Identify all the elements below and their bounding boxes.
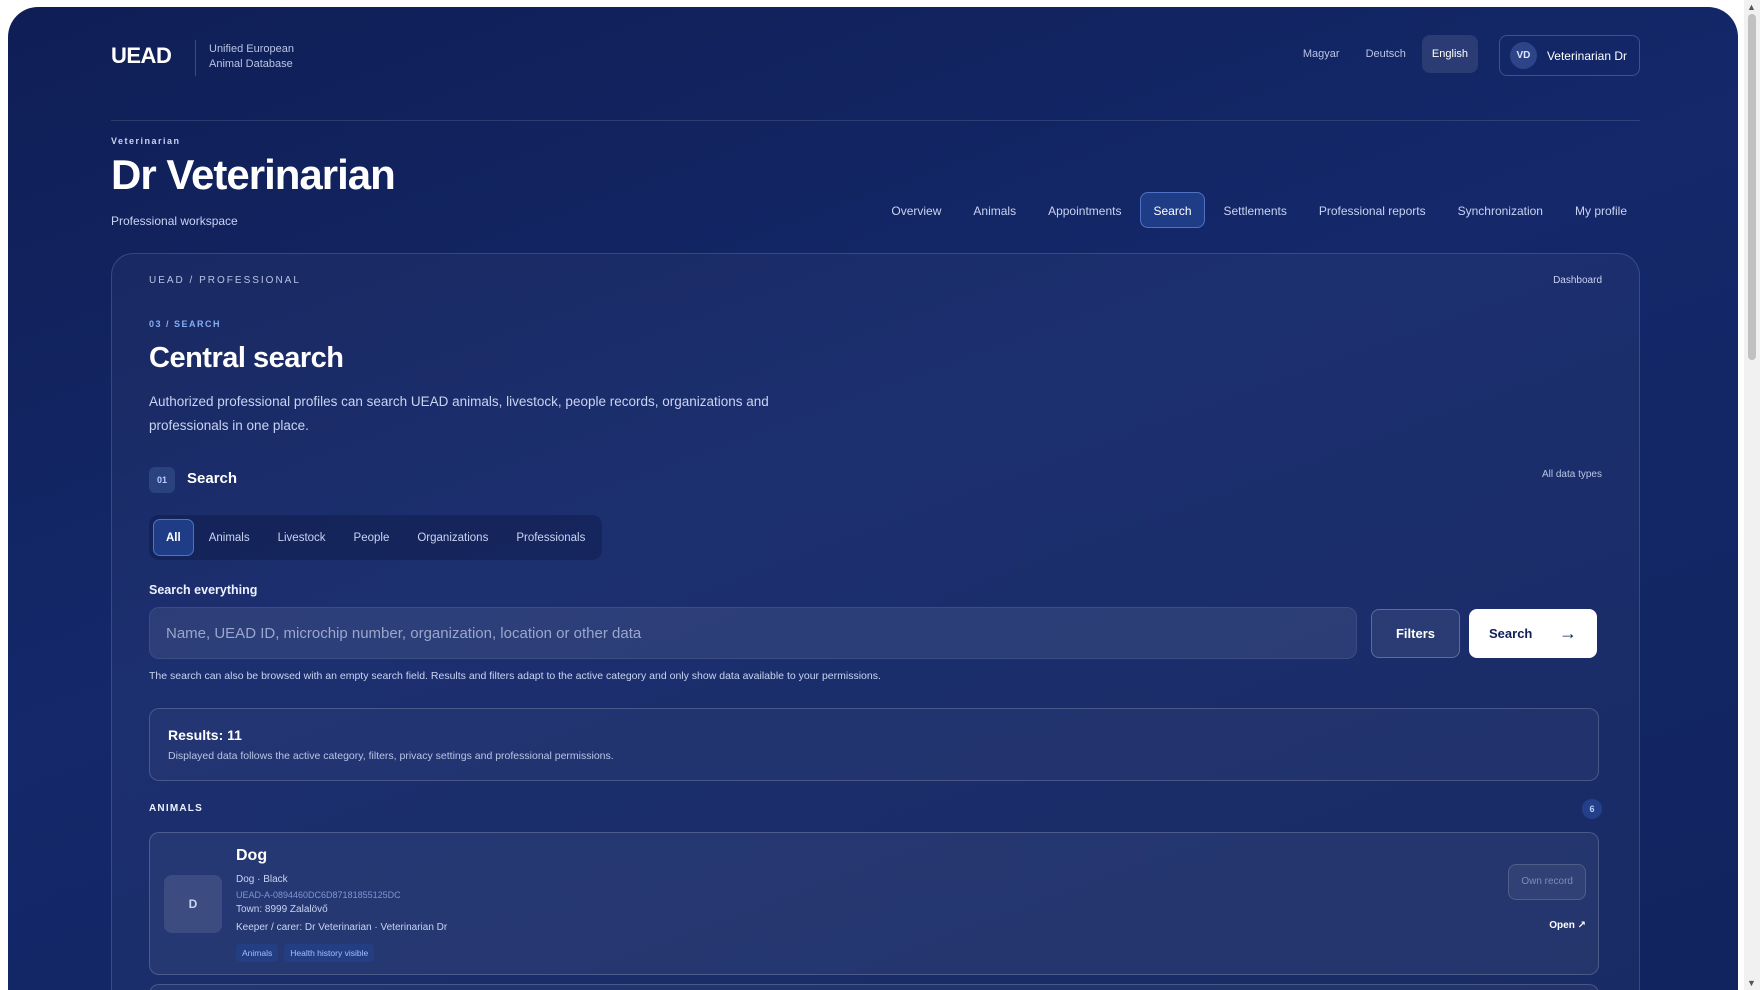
nav-appointments[interactable]: Appointments xyxy=(1035,192,1134,228)
arrow-right-icon: → xyxy=(1559,623,1577,643)
animal-name: Dog xyxy=(236,847,268,864)
tab-all[interactable]: All xyxy=(153,519,194,556)
avatar: VD xyxy=(1509,42,1537,69)
nav-professional-reports[interactable]: Professional reports xyxy=(1306,192,1439,228)
top-header: UEAD Unified European Animal Database Ma… xyxy=(111,7,1640,121)
section-number-badge: 01 xyxy=(149,467,175,493)
nav-overview[interactable]: Overview xyxy=(878,192,954,228)
page-content: UEAD Unified European Animal Database Ma… xyxy=(111,7,1640,990)
tab-animals[interactable]: Animals xyxy=(196,519,263,556)
scrollbar-thumb[interactable] xyxy=(1748,14,1756,360)
scroll-down-icon[interactable]: ▼ xyxy=(1747,978,1756,988)
category-tabs: All Animals Livestock People Organizatio… xyxy=(149,515,603,560)
results-summary: Results: 11 Displayed data follows the a… xyxy=(149,708,1599,781)
hero: Veterinarian Dr Veterinarian Professiona… xyxy=(111,121,1640,253)
search-input[interactable] xyxy=(149,607,1357,659)
animal-uead-id: UEAD-A-0894460DC6D87181855125DC xyxy=(236,890,401,900)
group-count-badge: 6 xyxy=(1582,799,1602,819)
search-button-label: Search xyxy=(1489,626,1533,641)
nav-settlements[interactable]: Settlements xyxy=(1211,192,1300,228)
filters-button-label: Filters xyxy=(1395,626,1435,641)
search-button[interactable]: Search → xyxy=(1469,609,1597,658)
tag-animals: Animals xyxy=(236,944,279,962)
language-switcher: Magyar Deutsch English xyxy=(1293,35,1478,73)
section-heading: Central search xyxy=(149,342,344,374)
open-record-link[interactable]: Open ↗ xyxy=(1549,920,1586,931)
nav-search[interactable]: Search xyxy=(1140,192,1205,228)
nav-my-profile[interactable]: My profile xyxy=(1562,192,1640,228)
tab-professionals[interactable]: Professionals xyxy=(503,519,598,556)
tag-list: Animals Health history visible xyxy=(236,944,375,962)
filters-button[interactable]: Filters xyxy=(1371,609,1460,658)
user-menu-button[interactable]: VD Veterinarian Dr xyxy=(1498,35,1640,76)
animal-species-color: Dog · Black xyxy=(236,874,288,885)
tab-people[interactable]: People xyxy=(341,519,403,556)
search-section-title: Search xyxy=(187,470,238,487)
tab-organizations[interactable]: Organizations xyxy=(404,519,501,556)
search-hint: The search can also be browsed with an e… xyxy=(149,670,881,682)
role-label: Veterinarian xyxy=(111,136,181,146)
page-subtitle: Professional workspace xyxy=(111,214,238,228)
page-scrollbar[interactable]: ▲ ▼ xyxy=(1744,0,1760,990)
animal-keeper: Keeper / carer: Dr Veterinarian · Veteri… xyxy=(236,922,448,933)
section-description: Authorized professional profiles can sea… xyxy=(149,394,769,433)
nav-animals[interactable]: Animals xyxy=(960,192,1029,228)
group-label-animals: ANIMALS xyxy=(149,803,203,814)
animal-thumbnail: D xyxy=(164,875,222,933)
results-note: Displayed data follows the active catego… xyxy=(168,750,614,762)
tag-health-history: Health history visible xyxy=(284,944,375,962)
search-field-label: Search everything xyxy=(149,583,258,597)
own-record-badge: Own record xyxy=(1508,864,1586,900)
brand-logo[interactable]: UEAD xyxy=(111,43,172,69)
result-card-next[interactable] xyxy=(149,984,1599,990)
app-window: UEAD Unified European Animal Database Ma… xyxy=(8,7,1738,990)
lang-deutsch[interactable]: Deutsch xyxy=(1356,35,1416,73)
tagline-line-2: Animal Database xyxy=(209,58,293,70)
nav-synchronization[interactable]: Synchronization xyxy=(1445,192,1556,228)
page-title: Dr Veterinarian xyxy=(111,151,396,198)
breadcrumb: UEAD / PROFESSIONAL xyxy=(149,275,301,286)
scroll-up-icon[interactable]: ▲ xyxy=(1747,2,1756,12)
brand-tagline: Unified European Animal Database xyxy=(209,42,319,72)
animal-town: Town: 8999 Zalalövő xyxy=(236,904,328,915)
tagline-line-1: Unified European xyxy=(209,43,295,55)
results-count: Results: 11 xyxy=(168,727,242,743)
scope-label: All data types xyxy=(1541,469,1602,480)
user-name: Veterinarian Dr xyxy=(1546,48,1627,63)
step-tag: 03 / SEARCH xyxy=(149,319,222,329)
lang-english[interactable]: English xyxy=(1421,35,1478,73)
lang-magyar[interactable]: Magyar xyxy=(1293,35,1350,73)
search-panel: UEAD / PROFESSIONAL Dashboard 03 / SEARC… xyxy=(111,253,1640,990)
dashboard-link[interactable]: Dashboard xyxy=(1553,275,1602,286)
result-card[interactable]: D Dog Dog · Black UEAD-A-0894460DC6D8718… xyxy=(149,832,1599,975)
logo-divider xyxy=(195,40,196,76)
main-nav: Overview Animals Appointments Search Set… xyxy=(878,192,1640,228)
tab-livestock[interactable]: Livestock xyxy=(265,519,339,556)
